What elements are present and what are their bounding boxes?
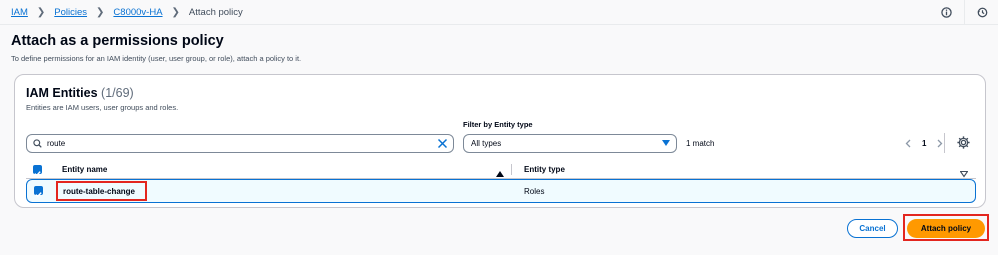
page-description: To define permissions for an IAM identit… — [11, 54, 302, 63]
sort-ascending-icon[interactable] — [496, 165, 504, 177]
breadcrumb-policy[interactable]: C8000v-HA — [113, 7, 162, 18]
panel-description: Entities are IAM users, user groups and … — [26, 103, 179, 112]
column-divider — [511, 164, 512, 175]
pagination: 1 — [902, 135, 946, 151]
column-entity-name[interactable]: Entity name — [62, 165, 107, 174]
match-count: 1 match — [686, 139, 715, 148]
history-icon[interactable] — [974, 4, 990, 20]
clear-icon[interactable] — [436, 137, 449, 150]
table-header: Entity name Entity type — [26, 161, 976, 178]
entity-name-cell: route-table-change — [56, 181, 147, 201]
page-number[interactable]: 1 — [922, 139, 926, 148]
caret-down-icon — [662, 140, 670, 147]
breadcrumb: IAM ❯ Policies ❯ C8000v-HA ❯ Attach poli… — [0, 0, 998, 24]
filter-selected-value: All types — [471, 139, 502, 148]
table-row[interactable]: route-table-change Roles — [26, 179, 976, 203]
settings-gear-icon[interactable] — [956, 135, 971, 150]
panel-title-text: IAM Entities — [26, 86, 98, 100]
row-checkbox[interactable] — [34, 186, 43, 198]
chevron-right-icon: ❯ — [171, 6, 180, 18]
attach-policy-button[interactable]: Attach policy — [907, 219, 985, 238]
entity-type-cell: Roles — [524, 187, 545, 196]
select-all-checkbox[interactable] — [33, 165, 42, 177]
info-icon[interactable] — [938, 4, 954, 20]
chevron-right-icon: ❯ — [96, 6, 105, 18]
header-divider — [964, 0, 965, 24]
header-divider-line — [0, 24, 998, 25]
search-icon — [33, 135, 42, 153]
filter-label: Filter by Entity type — [463, 120, 533, 129]
chevron-right-icon: ❯ — [36, 6, 46, 18]
breadcrumb-policies[interactable]: Policies — [54, 7, 87, 18]
sort-icon[interactable] — [959, 165, 969, 178]
page-title: Attach as a permissions policy — [11, 33, 224, 49]
breadcrumb-current: Attach policy — [188, 6, 243, 18]
entity-count: (1/69) — [101, 86, 134, 100]
panel-title: IAM Entities (1/69) — [26, 86, 134, 100]
search-input[interactable]: route — [26, 134, 454, 153]
column-entity-type[interactable]: Entity type — [524, 165, 565, 174]
previous-page-icon[interactable] — [902, 136, 914, 150]
pager-divider — [944, 133, 945, 153]
cancel-button[interactable]: Cancel — [847, 219, 898, 238]
breadcrumb-iam[interactable]: IAM — [11, 7, 28, 18]
iam-entities-panel: IAM Entities (1/69) Entities are IAM use… — [14, 74, 986, 208]
header-tools — [938, 0, 998, 24]
entity-type-select[interactable]: All types — [463, 134, 677, 153]
search-value: route — [47, 139, 66, 148]
